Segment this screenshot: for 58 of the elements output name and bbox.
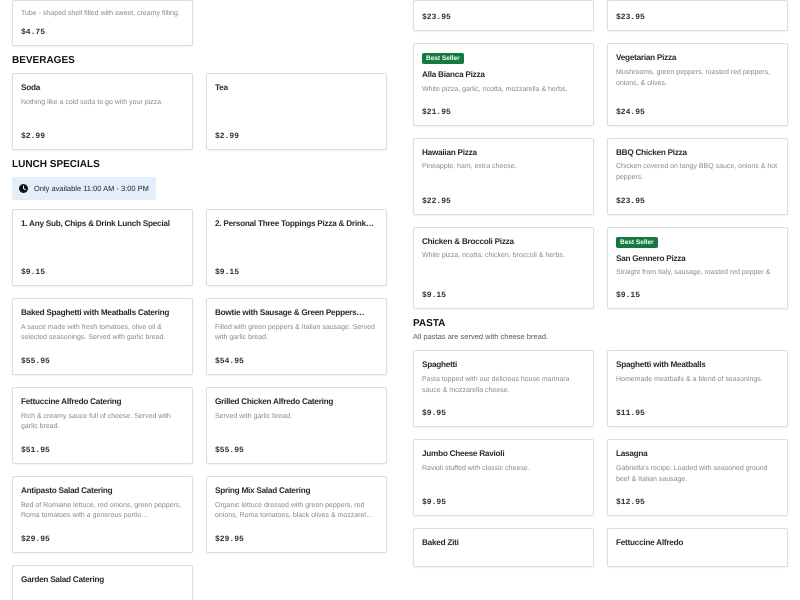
item-title: Hawaiian Pizza [422,148,478,158]
item-price: $29.95 [215,534,245,544]
item-title: Grilled Chicken Alfredo Catering [215,396,334,408]
item-price: $55.95 [215,444,245,455]
item-price: $9.15 [616,290,642,300]
item-price: $23.95 [616,12,646,22]
menu-item-card[interactable]: Baked Ziti [413,528,594,567]
item-title: 2. Personal Three Toppings Pizza & Drink… [215,218,375,230]
item-price: $22.95 [422,196,452,206]
section-heading: BEVERAGES [12,54,76,66]
item-title: 1. Any Sub, Chips & Drink Lunch Special [21,218,171,230]
item-title: Baked Ziti [422,538,460,549]
item-price: $9.15 [21,266,46,277]
item-price: $51.95 [21,444,51,455]
item-title: Fettuccine Alfredo [616,538,684,549]
clock-icon [19,184,28,193]
item-price: $12.95 [616,497,646,507]
item-title: Spring Mix Salad Catering [215,486,312,496]
item-title: Bowtie with Sausage & Green Peppers… [215,308,366,318]
item-title: Fettuccine Alfredo Catering [21,396,122,408]
item-price: $9.15 [215,266,240,277]
menu-item-card[interactable]: Garden Salad Catering [12,564,193,600]
item-price: $2.99 [215,130,240,141]
menu-item-card[interactable]: 1. Any Sub, Chips & Drink Lunch Special $9.15 [12,208,193,286]
item-price: $11.95 [616,408,646,418]
item-price: $9.15 [422,290,448,300]
menu-item-card[interactable]: $23.95 [413,0,594,31]
item-title: Baked Spaghetti with Meatballs Catering [21,308,170,318]
item-price: $29.95 [21,534,51,544]
item-price: $23.95 [422,12,452,22]
item-title: Garden Salad Catering [21,574,106,586]
item-title: Soda [21,82,42,94]
item-title: Chicken & Broccoli Pizza [422,236,516,248]
item-price: $54.95 [215,356,245,366]
menu-item-card[interactable]: $23.95 [607,0,788,31]
item-title: Spaghetti [422,360,458,371]
item-price: $2.99 [21,130,46,141]
item-price: $55.95 [21,356,51,366]
menu-item-card[interactable]: Tea $2.99 [206,72,387,150]
item-price: $24.95 [616,106,646,116]
item-price: $21.95 [422,106,452,116]
menu-item-card[interactable]: Fettuccine Alfredo [607,528,788,567]
section-heading: PASTA [413,318,446,329]
item-title: BBQ Chicken Pizza [616,148,688,158]
item-price: $23.95 [616,196,646,206]
section-heading: LUNCH SPECIALS [12,158,101,170]
item-title: Vegetarian Pizza [616,53,678,64]
item-title: Antipasto Salad Catering [21,486,114,496]
item-title: Jumbo Cheese Ravioli [422,449,506,460]
item-title: Tea [215,82,230,94]
menu-item-card[interactable]: 2. Personal Three Toppings Pizza & Drink… $9.15 [206,208,387,286]
item-title: San Gennero Pizza [616,254,687,264]
item-title: Alla Bianca Pizza [422,70,486,81]
item-price: $9.95 [422,408,448,418]
item-title: Spaghetti with Meatballs [616,360,707,371]
item-title: Lasagna [616,449,649,460]
item-price: $4.75 [21,26,46,37]
item-price: $9.95 [422,497,448,507]
